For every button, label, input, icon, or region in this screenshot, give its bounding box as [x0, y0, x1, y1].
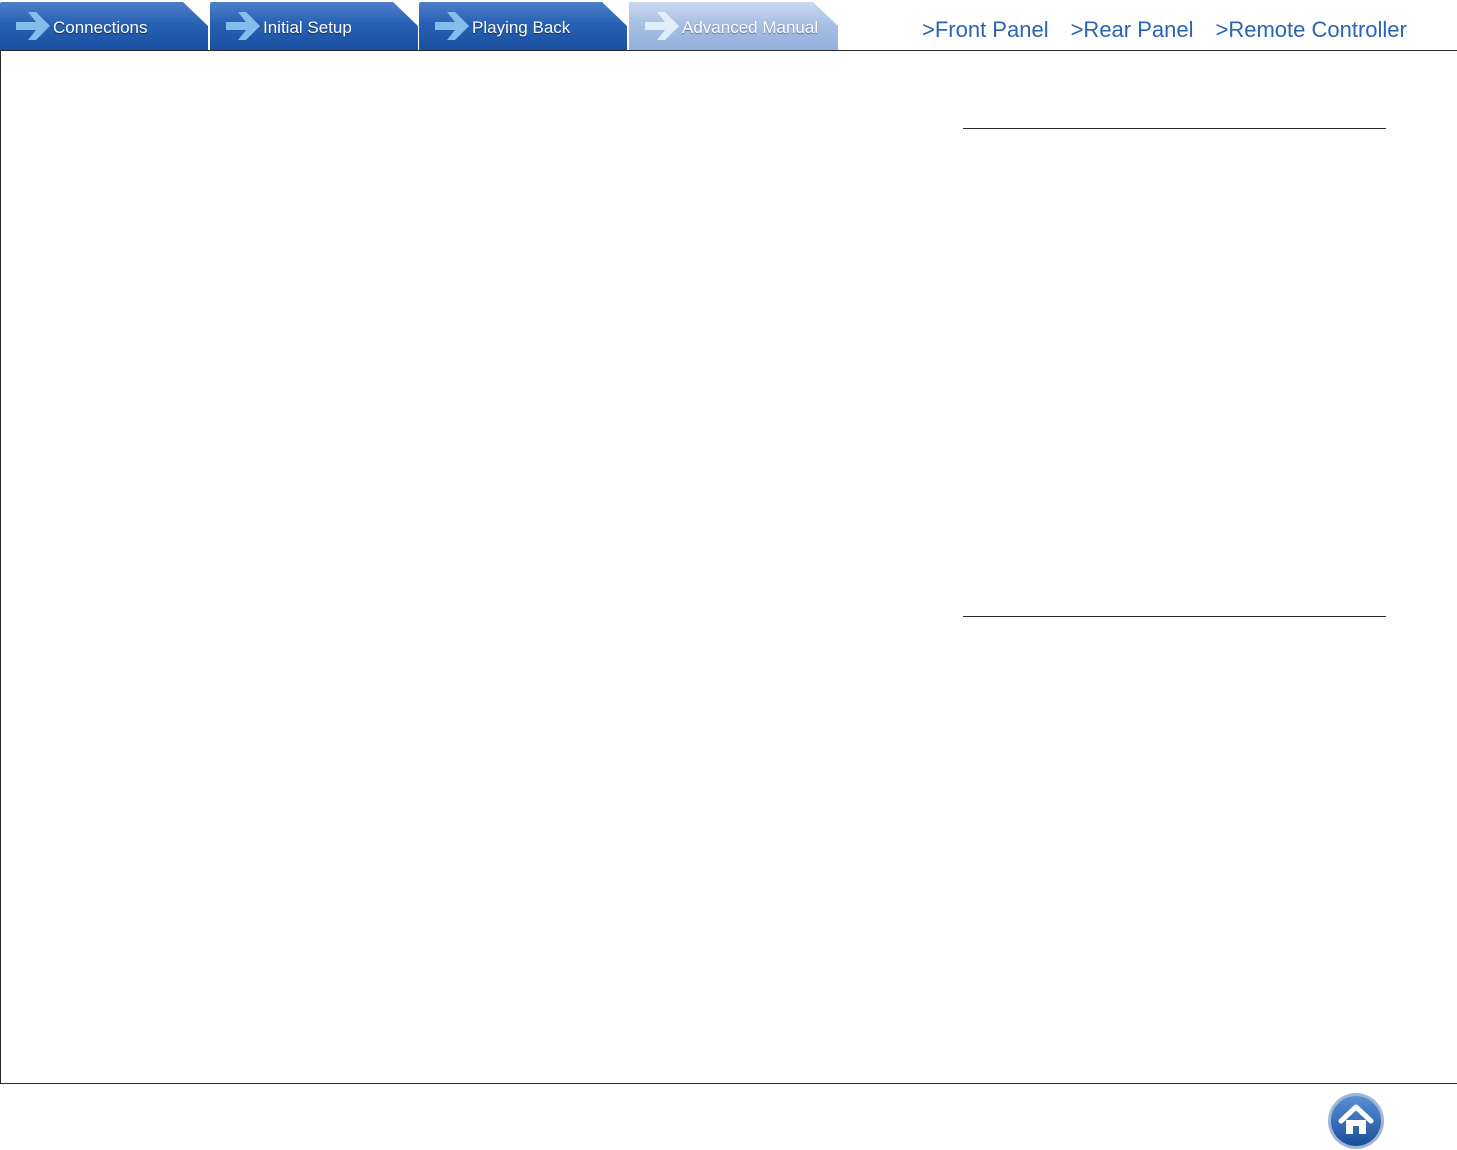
arrow-right-icon [226, 12, 260, 40]
tab-label: Playing Back [472, 18, 571, 37]
link-rear-panel[interactable]: >Rear Panel [1071, 17, 1194, 43]
divider [963, 128, 1386, 129]
tab-label: Initial Setup [263, 18, 352, 37]
tab-playing-back[interactable]: Playing Back [419, 2, 627, 50]
arrow-right-icon [645, 12, 679, 40]
tab-label: Advanced Manual [682, 18, 819, 37]
tab-connections[interactable]: Connections [0, 2, 208, 50]
tab-initial-setup[interactable]: Initial Setup [210, 2, 418, 50]
divider [963, 616, 1386, 617]
quick-links: >Front Panel >Rear Panel >Remote Control… [922, 17, 1407, 43]
link-remote-controller[interactable]: >Remote Controller [1216, 17, 1407, 43]
arrow-right-icon [435, 12, 469, 40]
home-button[interactable] [1327, 1092, 1385, 1150]
content-area [0, 50, 1457, 1084]
arrow-right-icon [16, 12, 50, 40]
tab-label: Connections [53, 18, 148, 37]
tab-advanced-manual[interactable]: Advanced Manual [629, 2, 838, 50]
link-front-panel[interactable]: >Front Panel [922, 17, 1049, 43]
